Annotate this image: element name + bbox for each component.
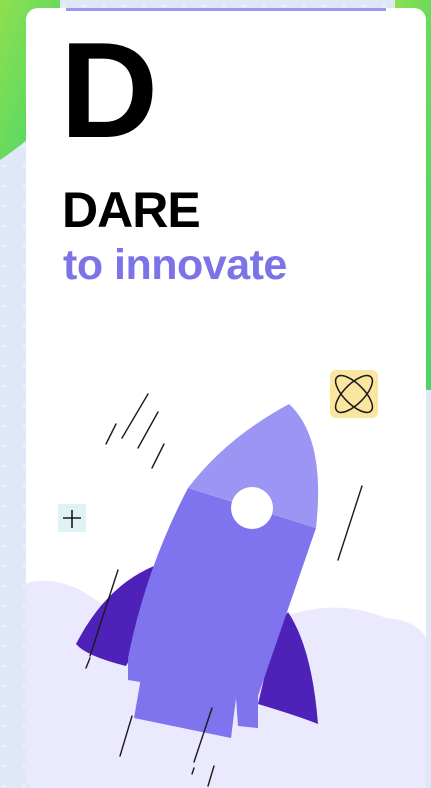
card: D DARE to innovate (26, 8, 426, 788)
atom-icon (330, 370, 378, 418)
card-headline: DARE (62, 182, 201, 238)
card-subline: to innovate (63, 241, 287, 289)
rocket-window (231, 487, 273, 529)
card-letter: D (60, 14, 158, 166)
plus-icon (58, 504, 86, 532)
